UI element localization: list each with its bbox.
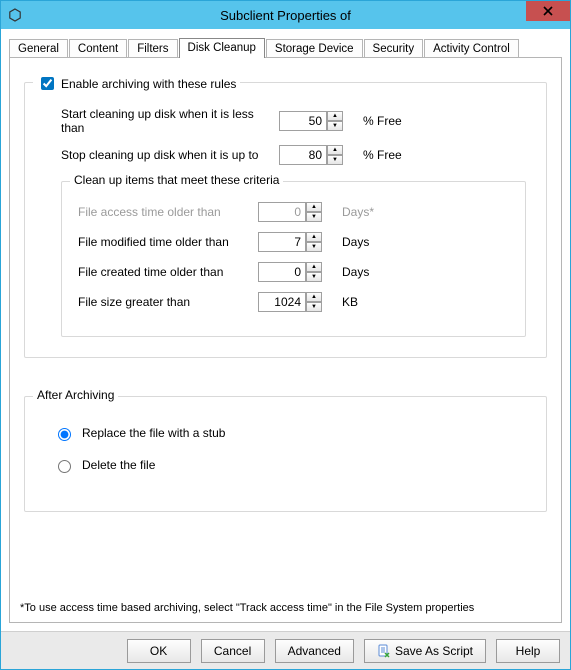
tab-security[interactable]: Security	[364, 39, 424, 58]
stop-cleaning-label: Stop cleaning up disk when it is up to	[61, 148, 271, 162]
button-bar: OK Cancel Advanced Save As Script Help	[1, 631, 570, 669]
delete-file-radio[interactable]	[58, 460, 71, 473]
spin-up-icon[interactable]: ▲	[327, 145, 343, 155]
ok-button[interactable]: OK	[127, 639, 191, 663]
tab-disk-cleanup[interactable]: Disk Cleanup	[179, 38, 265, 58]
access-time-label: File access time older than	[78, 205, 250, 219]
spin-down-icon[interactable]: ▼	[306, 242, 322, 252]
tab-general[interactable]: General	[9, 39, 68, 58]
spin-up-icon[interactable]: ▲	[306, 292, 322, 302]
modified-time-unit: Days	[342, 235, 369, 249]
modified-time-label: File modified time older than	[78, 235, 250, 249]
file-size-row: File size greater than ▲ ▼ KB	[78, 292, 515, 312]
save-as-script-label: Save As Script	[395, 644, 473, 658]
close-icon	[543, 6, 553, 16]
spin-down-icon[interactable]: ▼	[327, 155, 343, 165]
advanced-button[interactable]: Advanced	[275, 639, 354, 663]
access-time-unit: Days*	[342, 205, 374, 219]
tab-filters[interactable]: Filters	[128, 39, 177, 58]
tab-activity-control[interactable]: Activity Control	[424, 39, 519, 58]
created-time-spinbtns: ▲ ▼	[306, 262, 322, 282]
stop-cleaning-row: Stop cleaning up disk when it is up to ▲…	[61, 145, 534, 165]
created-time-input[interactable]	[258, 262, 306, 282]
modified-time-input[interactable]	[258, 232, 306, 252]
delete-file-label: Delete the file	[82, 458, 155, 472]
spin-up-icon[interactable]: ▲	[327, 111, 343, 121]
start-cleaning-label: Start cleaning up disk when it is less t…	[61, 107, 271, 135]
spin-down-icon[interactable]: ▼	[327, 121, 343, 131]
file-size-input[interactable]	[258, 292, 306, 312]
enable-archiving-checkbox[interactable]	[41, 77, 54, 90]
cancel-button[interactable]: Cancel	[201, 639, 265, 663]
created-time-row: File created time older than ▲ ▼ Days	[78, 262, 515, 282]
script-icon	[377, 644, 391, 658]
replace-stub-label: Replace the file with a stub	[82, 426, 225, 440]
stop-cleaning-unit: % Free	[363, 148, 402, 162]
stop-cleaning-input[interactable]	[279, 145, 327, 165]
start-cleaning-unit: % Free	[363, 114, 402, 128]
close-button[interactable]	[526, 1, 570, 21]
spin-down-icon: ▼	[306, 212, 322, 222]
tab-page-disk-cleanup: Enable archiving with these rules Start …	[9, 57, 562, 623]
replace-stub-row: Replace the file with a stub	[53, 425, 534, 441]
enable-archiving-group: Enable archiving with these rules Start …	[24, 82, 547, 358]
spin-up-icon: ▲	[306, 202, 322, 212]
app-icon	[7, 7, 23, 23]
start-cleaning-row: Start cleaning up disk when it is less t…	[61, 107, 534, 135]
modified-time-spinbtns: ▲ ▼	[306, 232, 322, 252]
created-time-unit: Days	[342, 265, 369, 279]
spin-up-icon[interactable]: ▲	[306, 232, 322, 242]
criteria-legend: Clean up items that meet these criteria	[70, 173, 283, 187]
tab-content[interactable]: Content	[69, 39, 127, 58]
footnote: *To use access time based archiving, sel…	[20, 602, 474, 614]
file-size-label: File size greater than	[78, 295, 250, 309]
tab-storage-device[interactable]: Storage Device	[266, 39, 363, 58]
after-archiving-group: After Archiving Replace the file with a …	[24, 396, 547, 512]
window-frame: Subclient Properties of General Content …	[0, 0, 571, 670]
delete-file-row: Delete the file	[53, 457, 534, 473]
after-archiving-legend: After Archiving	[33, 388, 118, 402]
stop-cleaning-spinbtns: ▲ ▼	[327, 145, 343, 165]
start-cleaning-spinbtns: ▲ ▼	[327, 111, 343, 131]
modified-time-row: File modified time older than ▲ ▼ Days	[78, 232, 515, 252]
start-cleaning-spinner: ▲ ▼	[279, 111, 345, 131]
tabstrip: General Content Filters Disk Cleanup Sto…	[9, 35, 562, 57]
access-time-input	[258, 202, 306, 222]
save-as-script-button[interactable]: Save As Script	[364, 639, 486, 663]
replace-stub-radio[interactable]	[58, 428, 71, 441]
spin-down-icon[interactable]: ▼	[306, 272, 322, 282]
window-title: Subclient Properties of	[1, 8, 570, 23]
help-button[interactable]: Help	[496, 639, 560, 663]
access-time-spinner: ▲ ▼	[258, 202, 324, 222]
created-time-spinner: ▲ ▼	[258, 262, 324, 282]
client-area: General Content Filters Disk Cleanup Sto…	[1, 29, 570, 631]
start-cleaning-input[interactable]	[279, 111, 327, 131]
criteria-group: Clean up items that meet these criteria …	[61, 181, 526, 337]
created-time-label: File created time older than	[78, 265, 250, 279]
file-size-spinbtns: ▲ ▼	[306, 292, 322, 312]
enable-archiving-legend: Enable archiving with these rules	[33, 74, 240, 93]
enable-archiving-label: Enable archiving with these rules	[61, 77, 236, 91]
access-time-spinbtns: ▲ ▼	[306, 202, 322, 222]
spin-down-icon[interactable]: ▼	[306, 302, 322, 312]
file-size-unit: KB	[342, 295, 358, 309]
access-time-row: File access time older than ▲ ▼ Days*	[78, 202, 515, 222]
file-size-spinner: ▲ ▼	[258, 292, 324, 312]
modified-time-spinner: ▲ ▼	[258, 232, 324, 252]
spin-up-icon[interactable]: ▲	[306, 262, 322, 272]
titlebar: Subclient Properties of	[1, 1, 570, 29]
stop-cleaning-spinner: ▲ ▼	[279, 145, 345, 165]
